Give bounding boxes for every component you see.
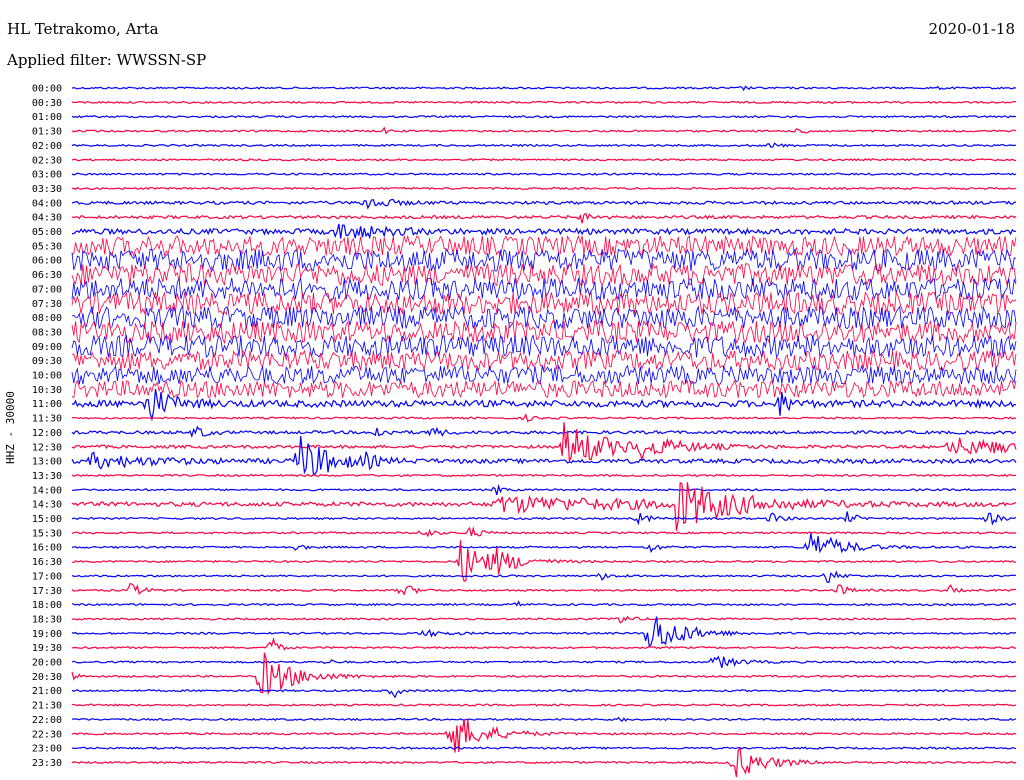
time-label: 23:00 xyxy=(32,744,62,755)
trace-1930 xyxy=(71,636,1017,651)
time-label: 14:00 xyxy=(32,485,62,496)
time-label: 03:30 xyxy=(32,184,62,195)
trace-0300 xyxy=(71,172,1017,176)
trace-group xyxy=(71,85,1017,778)
time-label: 12:30 xyxy=(32,442,62,453)
time-label: 05:00 xyxy=(32,227,62,238)
time-label: 11:30 xyxy=(32,414,62,425)
time-label: 21:00 xyxy=(32,686,62,697)
trace-2330 xyxy=(71,747,1017,778)
time-label: 21:30 xyxy=(32,701,62,712)
time-label: 08:00 xyxy=(32,313,62,324)
time-label: 05:30 xyxy=(32,241,62,252)
trace-1730 xyxy=(71,583,1017,596)
trace-1500 xyxy=(71,511,1017,526)
time-label: 04:30 xyxy=(32,213,62,224)
time-label: 16:30 xyxy=(32,557,62,568)
time-label: 00:30 xyxy=(32,98,62,109)
time-label: 15:30 xyxy=(32,528,62,539)
time-label: 08:30 xyxy=(32,327,62,338)
trace-1130 xyxy=(71,413,1017,423)
trace-1200 xyxy=(71,425,1017,439)
trace-0400 xyxy=(71,199,1017,210)
trace-1700 xyxy=(71,570,1017,583)
trace-1300 xyxy=(71,436,1017,475)
trace-2230 xyxy=(71,718,1017,753)
trace-1030 xyxy=(71,379,1017,399)
time-label: 17:00 xyxy=(32,571,62,582)
time-label: 17:30 xyxy=(32,586,62,597)
time-label: 15:00 xyxy=(32,514,62,525)
time-label: 20:30 xyxy=(32,672,62,683)
trace-0930 xyxy=(71,349,1017,372)
trace-0330 xyxy=(71,186,1017,191)
trace-0130 xyxy=(71,126,1017,135)
time-label: 12:00 xyxy=(32,428,62,439)
trace-2000 xyxy=(71,655,1017,669)
time-label: 11:00 xyxy=(32,399,62,410)
trace-0030 xyxy=(71,100,1016,104)
trace-0500 xyxy=(72,223,1017,240)
trace-1600 xyxy=(71,533,1017,554)
time-label: 10:30 xyxy=(32,385,62,396)
time-label: 09:00 xyxy=(32,342,62,353)
helicorder-plot: 00:00 00:30 01:00 01:30 02:00 02:30 03:00 03:30… xyxy=(32,84,1017,778)
time-label: 09:30 xyxy=(32,356,62,367)
time-label: 22:30 xyxy=(32,729,62,740)
trace-2100 xyxy=(71,689,1017,699)
trace-0730 xyxy=(71,290,1017,316)
time-label: 18:30 xyxy=(32,614,62,625)
trace-2130 xyxy=(71,703,1017,707)
trace-1230 xyxy=(71,422,1017,462)
time-label: 04:00 xyxy=(32,198,62,209)
time-label: 10:00 xyxy=(32,371,62,382)
trace-1400 xyxy=(71,483,1017,496)
time-label: 07:00 xyxy=(32,284,62,295)
trace-0700 xyxy=(71,276,1017,302)
trace-0100 xyxy=(71,115,1017,119)
time-label: 16:00 xyxy=(32,543,62,554)
trace-2300 xyxy=(71,746,1017,750)
time-label: 06:00 xyxy=(32,256,62,267)
time-label: 06:30 xyxy=(32,270,62,281)
time-label: 14:30 xyxy=(32,500,62,511)
trace-1900 xyxy=(71,616,1017,648)
time-label: 02:30 xyxy=(32,155,62,166)
trace-2200 xyxy=(71,716,1017,722)
time-label: 19:00 xyxy=(32,629,62,640)
time-label: 03:00 xyxy=(32,170,62,181)
time-label: 20:00 xyxy=(32,658,62,669)
time-label: 07:30 xyxy=(32,299,62,310)
trace-0230 xyxy=(71,158,1017,162)
time-label: 13:30 xyxy=(32,471,62,482)
time-label: 19:30 xyxy=(32,643,62,654)
trace-1530 xyxy=(71,526,1017,538)
time-label: 02:00 xyxy=(32,141,62,152)
trace-1330 xyxy=(71,473,1017,478)
trace-1830 xyxy=(71,615,1017,624)
time-label: 22:00 xyxy=(32,715,62,726)
trace-1800 xyxy=(71,600,1017,607)
trace-0430 xyxy=(71,212,1017,224)
time-label: 18:00 xyxy=(32,600,62,611)
time-label: 23:30 xyxy=(32,758,62,769)
time-label-group: 00:00 00:30 01:00 01:30 02:00 02:30 03:00 03:30… xyxy=(32,84,62,769)
trace-0000 xyxy=(71,85,1017,92)
time-label: 13:00 xyxy=(32,457,62,468)
time-label: 01:00 xyxy=(32,112,62,123)
time-label: 00:00 xyxy=(32,84,62,95)
trace-0200 xyxy=(71,142,1017,148)
time-label: 01:30 xyxy=(32,127,62,138)
trace-2030 xyxy=(71,652,1017,696)
